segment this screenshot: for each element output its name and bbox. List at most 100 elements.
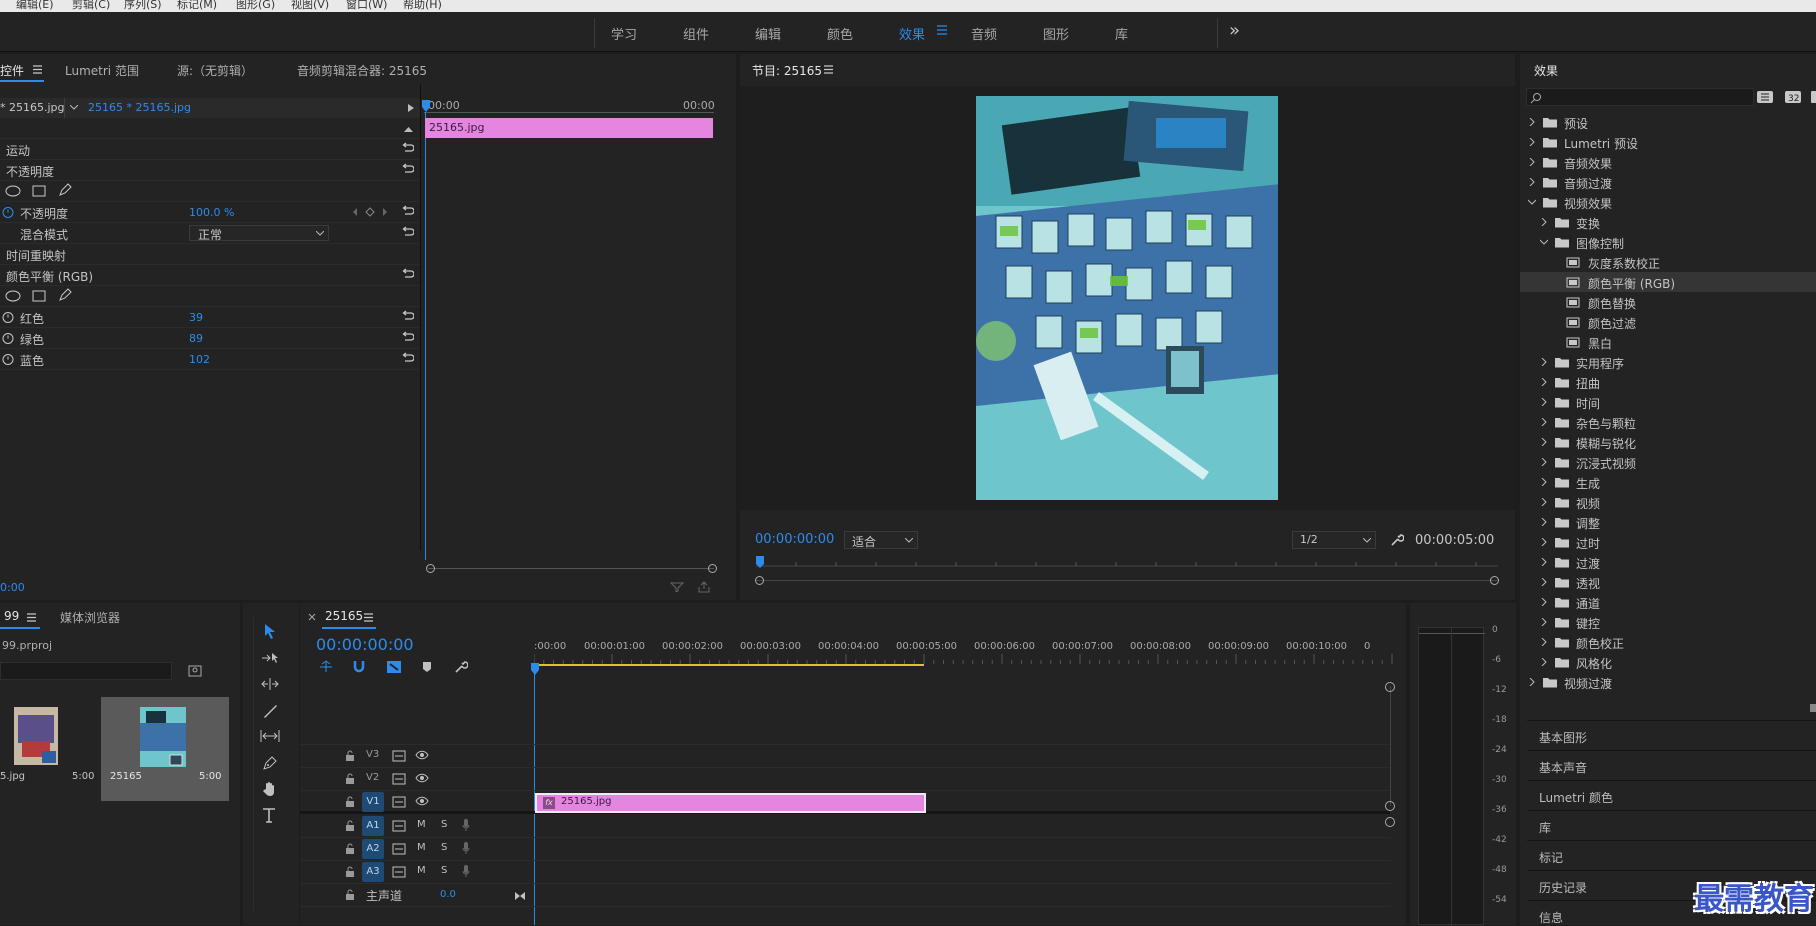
ec-clip-bar[interactable]: 25165.jpg [425, 118, 713, 138]
workspace-tab-effects[interactable]: 效果 [899, 24, 925, 43]
timeline-timecode[interactable]: 00:00:00:00 [316, 635, 414, 654]
effects-tree-item[interactable]: 音频过渡 [1520, 172, 1816, 192]
master-volume-value[interactable]: 0.0 [440, 889, 456, 900]
rectangle-mask-icon[interactable] [32, 185, 46, 197]
keyframe-nav-icon[interactable] [352, 207, 388, 217]
lock-icon[interactable] [345, 866, 355, 878]
ec-zoom-scrollbar[interactable] [428, 568, 714, 569]
effects-tree-item[interactable]: 时间 [1520, 392, 1816, 412]
solo-button[interactable]: S [441, 865, 447, 876]
new-bin-icon[interactable] [1810, 702, 1816, 712]
effects-tree-item[interactable]: 颜色平衡 (RGB) [1520, 272, 1816, 292]
eye-icon[interactable] [415, 796, 429, 806]
effects-tree-item[interactable]: 颜色校正 [1520, 632, 1816, 652]
pen-tool-icon[interactable] [262, 755, 278, 771]
chevron-right-icon[interactable] [1540, 438, 1548, 446]
effects-tree-item[interactable]: 杂色与颗粒 [1520, 412, 1816, 432]
program-zoom-bar[interactable] [756, 580, 1498, 581]
track-target-a3[interactable]: A3 [362, 862, 384, 882]
stopwatch-icon[interactable] [2, 206, 14, 218]
menu-graphics[interactable]: 图形(G) [236, 0, 275, 12]
chevron-down-icon[interactable] [70, 105, 78, 110]
rectangle-mask-icon[interactable] [32, 290, 46, 302]
accelerated-effects-icon[interactable] [1756, 90, 1774, 104]
tab-project[interactable]: 99 [4, 609, 19, 623]
mute-button[interactable]: M [417, 842, 426, 853]
effects-tree-item[interactable]: 实用程序 [1520, 352, 1816, 372]
ellipse-mask-icon[interactable] [5, 290, 21, 302]
chevron-down-icon[interactable] [1528, 198, 1536, 206]
solo-button[interactable]: S [441, 842, 447, 853]
track-target-v1[interactable]: V1 [362, 792, 384, 812]
workspace-tab-audio[interactable]: 音频 [971, 24, 997, 43]
effects-tree-item[interactable]: 扭曲 [1520, 372, 1816, 392]
yuv-effects-icon[interactable] [1810, 90, 1816, 104]
panel-menu-icon[interactable] [33, 65, 42, 74]
effects-tree-item[interactable]: 颜色过滤 [1520, 312, 1816, 332]
effects-tree-item[interactable]: 调整 [1520, 512, 1816, 532]
lock-icon[interactable] [345, 750, 355, 762]
ec-row-color-balance[interactable]: 颜色平衡 (RGB) [0, 265, 420, 285]
menu-view[interactable]: 视图(V) [291, 0, 329, 12]
reset-icon[interactable] [402, 268, 414, 280]
sync-lock-icon[interactable] [392, 866, 406, 878]
zoom-handle-right[interactable] [1490, 576, 1499, 585]
lock-icon[interactable] [345, 820, 355, 832]
solo-button[interactable]: S [441, 819, 447, 830]
workspace-tab-graphics[interactable]: 图形 [1043, 24, 1069, 43]
effects-tree-item[interactable]: 键控 [1520, 612, 1816, 632]
timeline-playhead-handle[interactable] [531, 663, 539, 675]
ec-row-red[interactable]: 红色 39 [0, 307, 420, 327]
reset-icon[interactable] [402, 205, 414, 217]
chevron-right-icon[interactable] [1540, 598, 1548, 606]
tab-media-browser[interactable]: 媒体浏览器 [60, 609, 120, 626]
scroll-handle[interactable] [1385, 682, 1395, 692]
program-scrub-bar[interactable] [756, 554, 1498, 574]
chevron-right-icon[interactable] [1540, 618, 1548, 626]
sync-lock-icon[interactable] [392, 820, 406, 832]
zoom-handle-left[interactable] [755, 576, 764, 585]
program-viewer[interactable] [740, 86, 1515, 510]
effects-tree-item[interactable]: 灰度系数校正 [1520, 252, 1816, 272]
chevron-right-icon[interactable] [1540, 378, 1548, 386]
ec-row-opacity-group[interactable]: 不透明度 [0, 160, 420, 180]
reset-icon[interactable] [402, 331, 414, 343]
reset-icon[interactable] [402, 310, 414, 322]
lock-icon[interactable] [345, 796, 355, 808]
collapse-up-icon[interactable] [404, 126, 413, 132]
effects-search-input[interactable] [1526, 88, 1754, 106]
ec-row-blend-mode[interactable]: 混合模式 正常 [0, 223, 420, 243]
effects-tree-item[interactable]: 沉浸式视频 [1520, 452, 1816, 472]
ec-playhead-handle[interactable] [422, 100, 430, 112]
find-icon[interactable] [188, 665, 202, 677]
workspace-tab-assembly[interactable]: 组件 [683, 24, 709, 43]
timeline-ruler[interactable]: :00:00 00:00:01:00 00:00:02:00 00:00:03:00 0… [534, 638, 1394, 664]
wrench-icon[interactable] [1390, 533, 1404, 547]
chevron-right-icon[interactable] [1528, 678, 1536, 686]
fit-select[interactable]: 适合 [844, 531, 918, 549]
lock-icon[interactable] [345, 889, 355, 901]
chevron-right-icon[interactable] [1528, 138, 1536, 146]
timeline-clip-v1[interactable]: fx 25165.jpg [535, 793, 926, 813]
timeline-sequence-tab[interactable]: 25165 [325, 609, 363, 623]
microphone-icon[interactable] [462, 819, 470, 832]
mute-button[interactable]: M [417, 819, 426, 830]
type-tool-icon[interactable] [262, 807, 276, 823]
close-icon[interactable] [308, 613, 316, 621]
resolution-select[interactable]: 1/2 [1292, 531, 1376, 549]
pen-mask-icon[interactable] [58, 288, 72, 302]
ec-row-blue[interactable]: 蓝色 102 [0, 349, 420, 369]
sync-lock-icon[interactable] [392, 843, 406, 855]
32bit-effects-icon[interactable]: 32 [1784, 90, 1802, 104]
chevron-right-icon[interactable] [1528, 118, 1536, 126]
effects-tree-item[interactable]: 过渡 [1520, 552, 1816, 572]
red-value[interactable]: 39 [189, 311, 203, 324]
chevron-right-icon[interactable] [1540, 538, 1548, 546]
chevron-right-icon[interactable] [1540, 478, 1548, 486]
hand-tool-icon[interactable] [262, 781, 278, 797]
scroll-handle[interactable] [1385, 801, 1395, 811]
effects-tree-item[interactable]: 通道 [1520, 592, 1816, 612]
chevron-right-icon[interactable] [1540, 218, 1548, 226]
snap-icon[interactable] [352, 660, 366, 674]
scroll-handle-right[interactable] [708, 564, 717, 573]
